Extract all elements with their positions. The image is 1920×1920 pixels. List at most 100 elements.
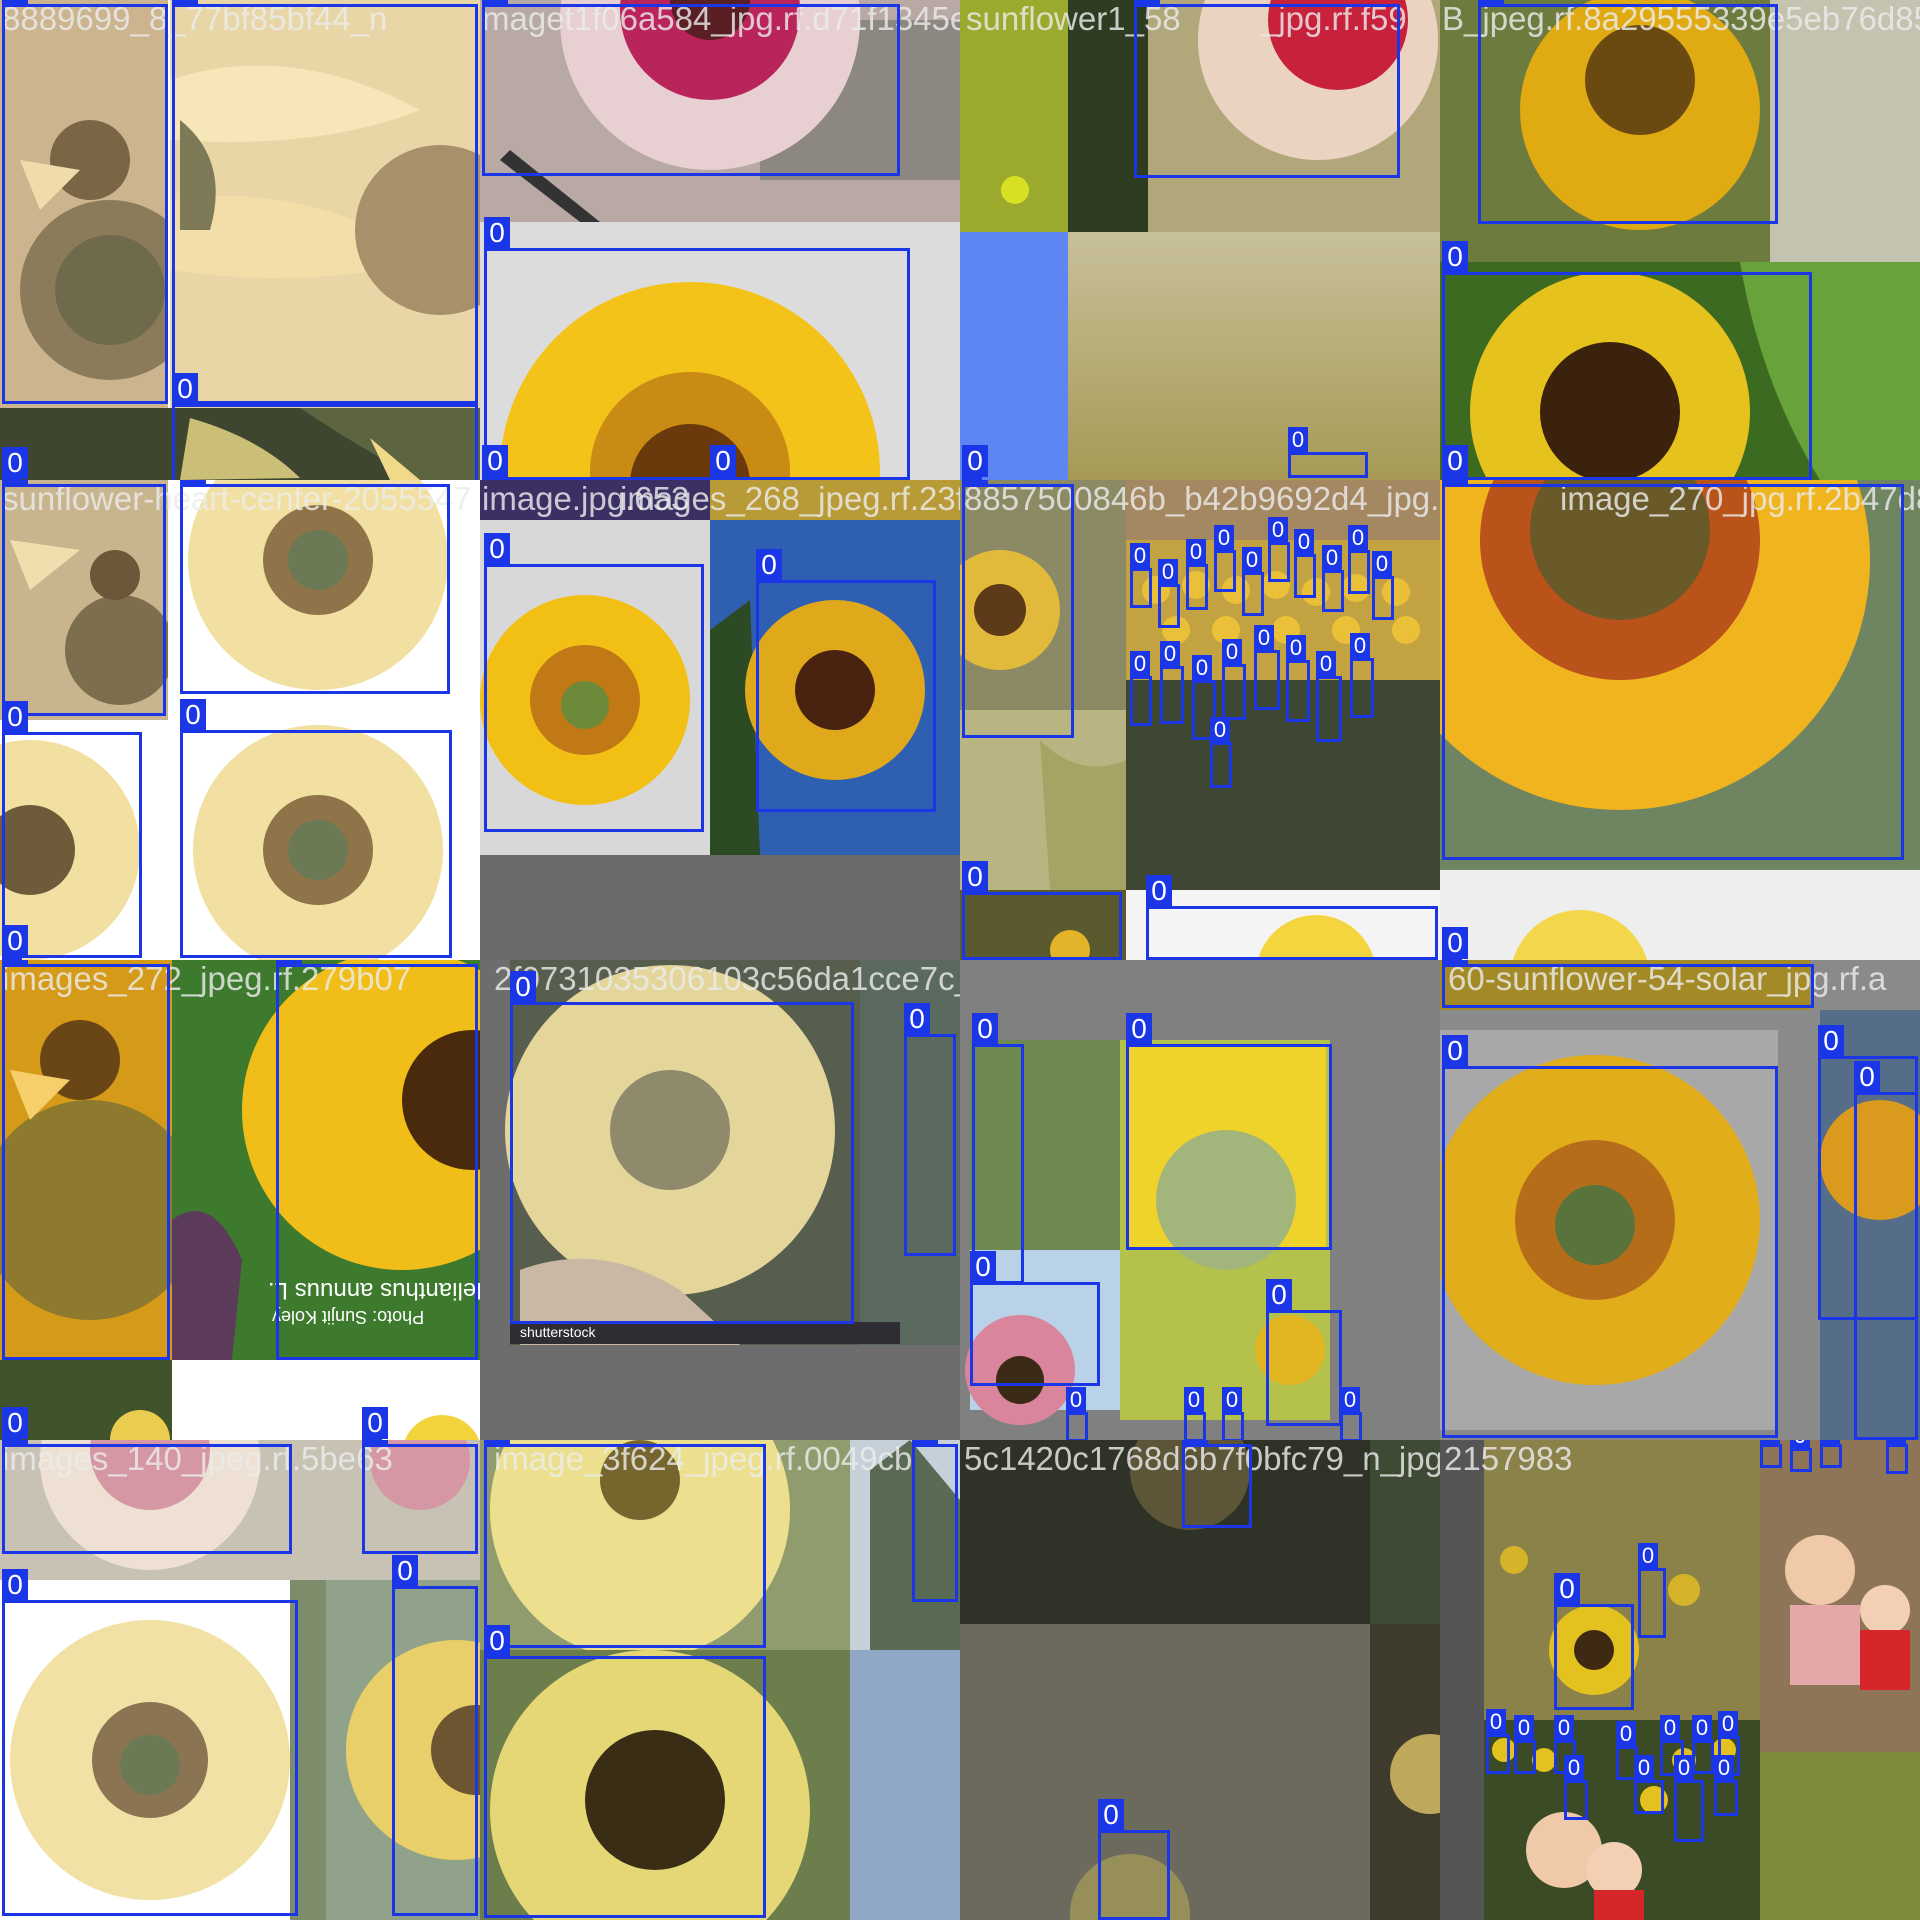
detection-box: 0 xyxy=(482,0,900,176)
detection-box: 0 xyxy=(1790,1440,1812,1472)
class-label: 0 xyxy=(904,1003,930,1035)
class-label: 0 xyxy=(2,1407,28,1439)
detection-box: 0 xyxy=(1564,1755,1588,1820)
detection-box: 0 xyxy=(1294,529,1316,598)
detection-box: 0 xyxy=(1340,1387,1362,1440)
class-label: 0 xyxy=(1718,1711,1738,1737)
class-label: 0 xyxy=(180,699,206,731)
class-label: 0 xyxy=(1288,427,1308,453)
detection-box: 0 xyxy=(510,971,854,1324)
class-label: 0 xyxy=(1372,551,1392,577)
detection-box: 0 xyxy=(1372,551,1394,620)
class-label: 0 xyxy=(1192,655,1212,681)
image-filename: images_268_jpeg.rf.23fe88f xyxy=(620,480,960,517)
detection-box: 0 xyxy=(1130,651,1152,726)
detection-box: 0 xyxy=(1182,1440,1252,1528)
class-label: 0 xyxy=(1616,1721,1636,1747)
class-label: 0 xyxy=(2,1440,28,1445)
class-label: 0 xyxy=(2,701,28,733)
class-label: 0 xyxy=(1564,1755,1584,1781)
mosaic-cell-r4c4: 2157983 0 0 0 0 0 0 0 0 0 0 0 0 0 0 0 0 … xyxy=(1440,1440,1920,1920)
class-label: 0 xyxy=(1442,1035,1468,1067)
detection-box: 0 xyxy=(1486,1709,1510,1774)
class-label: 0 xyxy=(172,0,198,5)
class-label: 0 xyxy=(1222,1387,1242,1413)
detection-box: 0 xyxy=(1266,1279,1342,1426)
detection-box: 0 xyxy=(1760,1440,1782,1468)
detection-box: 0 xyxy=(484,217,910,480)
class-label: 0 xyxy=(1134,0,1160,5)
class-label: 0 xyxy=(482,445,508,477)
detection-box: 0 xyxy=(1554,1573,1634,1710)
class-label: 0 xyxy=(1442,927,1468,959)
class-label: 0 xyxy=(1348,525,1368,551)
detection-box: 0 xyxy=(2,1569,298,1916)
class-label: 0 xyxy=(962,480,988,485)
class-label: 0 xyxy=(484,1440,510,1445)
class-label: 0 xyxy=(482,0,508,5)
class-label: 0 xyxy=(1478,0,1504,5)
class-label: 0 xyxy=(1514,1715,1534,1741)
detection-box: 0 xyxy=(1514,1715,1536,1774)
mosaic-cell-r2c4: image_270_jpg.rf.2b47d84 0 0 xyxy=(1440,480,1920,960)
detection-box: 0 xyxy=(276,960,478,1360)
detection-box: 0 xyxy=(972,1013,1024,1284)
class-label: 0 xyxy=(172,373,198,405)
detection-box: 0 xyxy=(904,1003,956,1256)
detection-box: 0 xyxy=(1066,1387,1088,1440)
detection-box: 0 xyxy=(1222,639,1246,720)
detection-box: 0 xyxy=(1854,1061,1918,1440)
class-label: 0 xyxy=(484,1625,510,1657)
class-label: 0 xyxy=(1222,639,1242,665)
detection-box: 0 xyxy=(2,0,168,404)
mosaic-cell-r3c4: 60-sunflower-54-solar_jpg.rf.a 0 0 0 0 xyxy=(1440,960,1920,1440)
detection-box: 0 xyxy=(1442,480,1904,860)
class-label: 0 xyxy=(1214,525,1234,551)
detection-box: 0 xyxy=(1442,241,1812,480)
class-label: 0 xyxy=(710,445,736,477)
detection-box: 0 xyxy=(1886,1440,1908,1474)
detection-box: 0 xyxy=(962,861,1122,960)
class-label: 0 xyxy=(1316,651,1336,677)
class-label: 0 xyxy=(484,533,510,565)
detection-box: 0 xyxy=(1158,559,1180,628)
class-label: 0 xyxy=(1638,1543,1658,1569)
class-label: 0 xyxy=(1818,1025,1844,1057)
class-label: 0 xyxy=(1242,547,1262,573)
detection-box: 0 xyxy=(1214,525,1236,592)
class-label: 0 xyxy=(970,1251,996,1283)
class-label: 0 xyxy=(180,480,206,485)
class-label: 0 xyxy=(1554,1573,1580,1605)
detection-box: 0 xyxy=(484,1625,766,1918)
class-label: 0 xyxy=(1692,1715,1712,1741)
class-label: 0 xyxy=(1130,543,1150,569)
detection-box: 0 xyxy=(710,445,736,480)
detection-box: 0 xyxy=(1134,0,1400,178)
mosaic-cell-r3c1: Helianthus annuus L. Photo: Sunjit Koley… xyxy=(0,960,480,1440)
class-label: 0 xyxy=(2,0,28,5)
detection-box: 0 xyxy=(970,1251,1100,1386)
detection-box: 0 xyxy=(756,549,936,812)
class-label: 0 xyxy=(1130,651,1150,677)
class-label: 0 xyxy=(1554,1715,1574,1741)
detection-box: 0 xyxy=(362,1440,478,1554)
mosaic-cell-r4c3: 5c1420c1768d6b7f0bfc79_n_jpg.rf.5e54d698… xyxy=(960,1440,1440,1920)
detection-box: 0 xyxy=(1286,635,1310,722)
detection-box: 0 xyxy=(1714,1755,1738,1816)
class-label: 0 xyxy=(1182,1440,1208,1445)
class-label: 0 xyxy=(1660,1715,1680,1741)
mosaic-cell-r2c3: 8857500846b_b42b9692d4_jpg.rf.62b7d89 0 … xyxy=(960,480,1440,960)
class-label: 0 xyxy=(1210,717,1230,743)
class-label: 0 xyxy=(362,1440,388,1445)
detection-box: 0 xyxy=(1222,1387,1244,1440)
class-label: 0 xyxy=(1186,539,1206,565)
class-label: 0 xyxy=(1254,625,1274,651)
detection-box: 0 xyxy=(1674,1755,1704,1842)
detection-box: 0 xyxy=(2,960,170,1360)
detection-box: 0 xyxy=(172,373,478,480)
photo-tile xyxy=(1068,232,1440,480)
class-label: 0 xyxy=(1322,545,1342,571)
detection-box: 0 xyxy=(1478,0,1778,224)
detection-box: 0 xyxy=(2,480,166,716)
mosaic-cell-r1c4: B_jpeg.rf.8a29555339e5eb76d85 0 0 0 xyxy=(1440,0,1920,480)
